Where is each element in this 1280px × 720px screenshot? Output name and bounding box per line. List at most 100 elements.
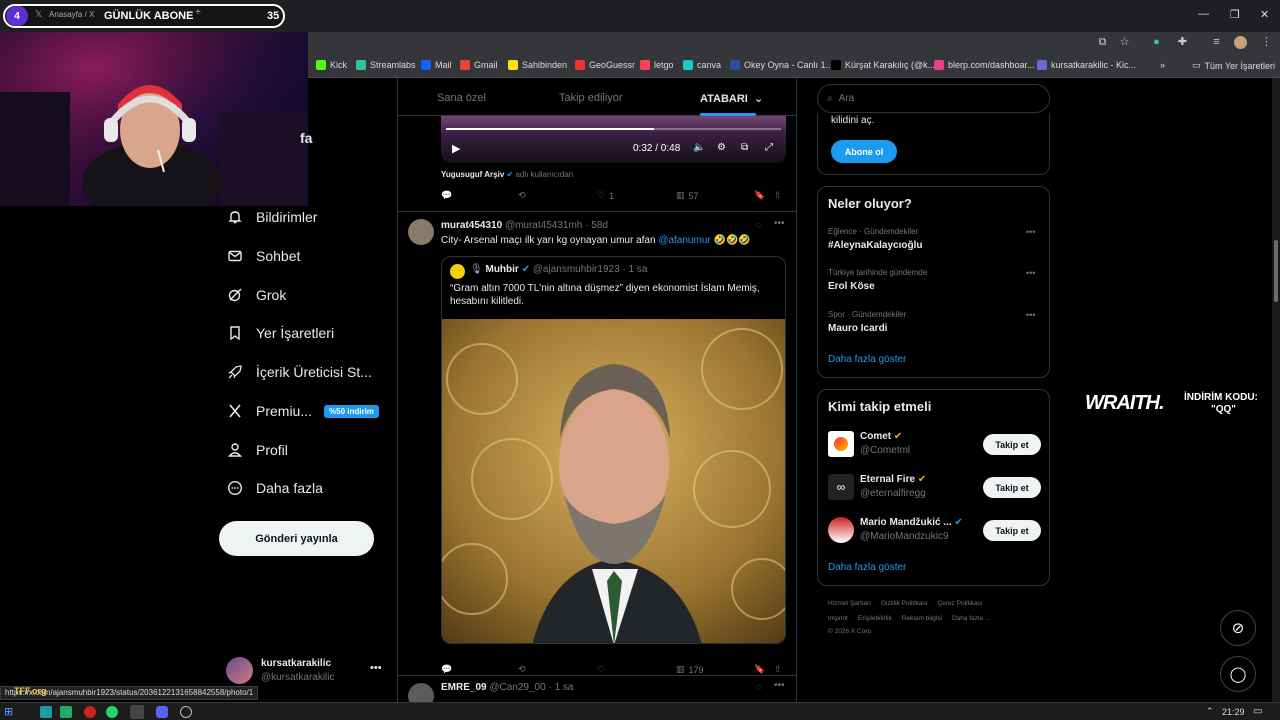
menu-kebab-icon[interactable]: ⋮ [1260, 36, 1273, 49]
bookmark-item[interactable]: Kürşat Karakılıç (@k... [831, 60, 935, 70]
bookmark-item[interactable]: blerp.com/dashboar... [934, 60, 1035, 70]
minimize-icon[interactable]: — [1198, 8, 1209, 20]
bookmark-item[interactable]: Gmail [460, 60, 498, 70]
obs-icon[interactable] [180, 706, 192, 718]
puzzle-icon[interactable]: ✚ [1176, 36, 1189, 49]
all-bookmarks[interactable]: ▭ Tüm Yer İşaretleri [1192, 60, 1275, 71]
nav-item-grok[interactable]: Grok [226, 280, 286, 310]
more-dots-icon[interactable]: ••• [1026, 227, 1035, 237]
nav-item-bookmarks[interactable]: Yer İşaretleri [226, 318, 334, 348]
more-dots-icon[interactable]: ••• [774, 218, 785, 229]
share-icon[interactable]: ⇧ [774, 190, 782, 201]
footer-link[interactable]: Gizlilik Politikası [881, 600, 928, 607]
trend-item[interactable]: Eğlence · Gündemdekiler #AleynaKalaycıoğ… [828, 227, 922, 251]
media-icon[interactable]: ≡ [1210, 36, 1223, 49]
repost-icon[interactable]: ⟲ [518, 664, 526, 675]
bookmark-item[interactable]: kursatkarakilic - Kic... [1037, 60, 1136, 70]
mention-link[interactable]: @afanumur [658, 235, 710, 246]
maximize-icon[interactable]: ❐ [1230, 8, 1240, 21]
bookmark-item[interactable]: Okey Oyna - Canlı 1... [730, 60, 833, 70]
settings-gear-icon[interactable]: ⚙ [717, 142, 726, 153]
post[interactable]: murat454310 @murat45431mh · 58d ◌ ••• Ci… [398, 212, 796, 687]
footer-link[interactable]: Çerez Politikası [938, 600, 983, 607]
nav-item-notifications[interactable]: Bildirimler [226, 202, 317, 232]
messages-float-button[interactable]: ◯ [1220, 656, 1256, 692]
repost-icon[interactable]: ⟲ [518, 190, 526, 201]
taskbar-app-icon[interactable] [40, 706, 52, 718]
extension-shield-icon[interactable]: ● [1150, 36, 1163, 49]
taskbar-app-icon[interactable] [60, 706, 72, 718]
bookmarks-overflow-icon[interactable]: » [1160, 60, 1165, 70]
more-dots-icon[interactable]: ••• [1026, 310, 1035, 320]
nav-item-premium[interactable]: Premiu... %50 indirim [226, 396, 379, 426]
chrome-icon[interactable] [130, 705, 144, 719]
star-icon[interactable]: ☆ [1118, 36, 1131, 49]
subscribe-button[interactable]: Abone ol [831, 140, 897, 163]
install-icon[interactable]: ⧉ [1096, 36, 1109, 49]
play-icon[interactable]: ▶ [452, 142, 460, 155]
author-name[interactable]: murat454310 [441, 220, 502, 231]
bookmark-item[interactable]: GeoGuessr [575, 60, 635, 70]
post-time[interactable]: 58d [591, 220, 608, 231]
bookmark-item[interactable]: Mail [421, 60, 452, 70]
volume-icon[interactable]: 🔈 [693, 142, 705, 153]
follow-suggestion[interactable]: Comet ✔ @Cometml Takip et [828, 430, 1041, 460]
quote-photo[interactable] [442, 319, 785, 643]
footer-link[interactable]: Hizmet Şartları [828, 600, 871, 607]
show-more-follows-link[interactable]: Daha fazla göster [828, 562, 906, 573]
nav-item-profile[interactable]: Profil [226, 435, 288, 465]
follow-suggestion[interactable]: Mario Mandžukić ... ✔ @MarioMandzukic9 T… [828, 516, 1041, 546]
follow-button[interactable]: Takip et [983, 477, 1041, 498]
more-dots-icon[interactable]: ••• [1026, 268, 1035, 278]
post-button[interactable]: Gönderi yayınla [219, 521, 374, 556]
source-name[interactable]: Yugusuguf Arşiv [441, 170, 504, 179]
grok-icon[interactable]: ◌ [756, 682, 762, 693]
account-switcher[interactable]: kursatkarakilic @kursatkarakilic ••• [226, 656, 396, 686]
fullscreen-icon[interactable]: ⤢ [765, 142, 773, 153]
trend-item[interactable]: Türkiye tarihinde gündemde Erol Köse [828, 268, 927, 292]
search-input[interactable]: ⌕ Ara [817, 84, 1050, 113]
bookmark-item[interactable]: letgo [640, 60, 674, 70]
bookmark-item[interactable]: Kick [316, 60, 347, 70]
views-button[interactable]: ▥ 57 [676, 190, 699, 201]
heart-icon[interactable]: ♡ [597, 664, 605, 675]
follow-suggestion[interactable]: ∞ Eternal Fire ✔ @eternalfiregg Takip et [828, 473, 1041, 503]
trend-item[interactable]: Spor · Gündemdekiler Mauro Icardi [828, 310, 906, 334]
video-player[interactable]: ▶ 0:32 / 0:48 🔈 ⚙ ⧉ ⤢ [441, 114, 786, 163]
windows-start-icon[interactable]: ⊞ [4, 705, 13, 718]
footer-link[interactable]: Daha fazla ... [952, 615, 990, 622]
grok-float-button[interactable]: ⊘ [1220, 610, 1256, 646]
like-button[interactable]: ♡ 1 [597, 190, 614, 201]
bookmark-icon[interactable]: 🔖 [754, 664, 765, 675]
nav-item-more[interactable]: Daha fazla [226, 473, 323, 503]
show-more-trends-link[interactable]: Daha fazla göster [828, 354, 906, 365]
notifications-icon[interactable]: ▭ [1253, 706, 1262, 717]
footer-link[interactable]: Erişilebilirlik [858, 615, 892, 622]
follow-button[interactable]: Takip et [983, 520, 1041, 541]
nav-item-creator-studio[interactable]: İçerik Üreticisi St... [226, 357, 372, 387]
reply-icon[interactable]: 💬 [441, 190, 452, 201]
bookmark-item[interactable]: Streamlabs [356, 60, 416, 70]
tab-for-you[interactable]: Sana özel [437, 92, 486, 104]
views-button[interactable]: ▥ 179 [676, 664, 704, 675]
nav-item-chat[interactable]: Sohbet [226, 241, 300, 271]
tab-atabari[interactable]: ATABARI ⌄ [700, 92, 763, 105]
profile-avatar[interactable] [1234, 36, 1247, 49]
follow-button[interactable]: Takip et [983, 434, 1041, 455]
discord-icon[interactable] [156, 706, 168, 718]
tab-following[interactable]: Takip ediliyor [559, 92, 623, 104]
quoted-post[interactable]: 🎙 Muhbir ✔ @ajansmuhbir1923 · 1 sa “Gram… [441, 256, 786, 644]
page-scrollbar[interactable] [1272, 78, 1280, 702]
tray-chevron-up-icon[interactable]: ⌃ [1206, 706, 1214, 717]
bookmark-icon[interactable]: 🔖 [754, 190, 765, 201]
more-dots-icon[interactable]: ••• [774, 680, 785, 691]
footer-link[interactable]: Imprint [828, 615, 848, 622]
video-progress-track[interactable] [446, 128, 781, 130]
whatsapp-icon[interactable] [106, 706, 118, 718]
pip-icon[interactable]: ⧉ [741, 142, 748, 153]
taskbar-app-icon[interactable] [84, 706, 96, 718]
post-time[interactable]: 1 sa [555, 682, 574, 693]
bookmark-item[interactable]: canva [683, 60, 721, 70]
bookmark-item[interactable]: Sahibinden [508, 60, 567, 70]
author-name[interactable]: EMRE_09 [441, 682, 487, 693]
